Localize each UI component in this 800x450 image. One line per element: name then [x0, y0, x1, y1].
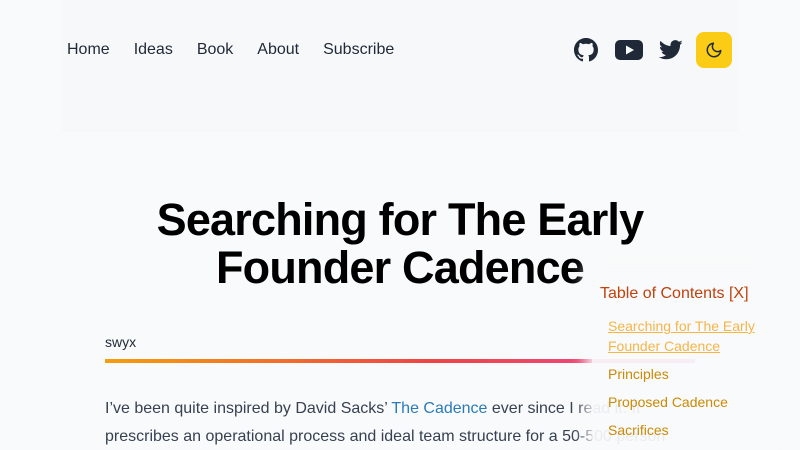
toc-list: Searching for The Early Founder Cadence …	[608, 316, 764, 448]
intro-text-start: I’ve been quite inspired by David Sacks’	[105, 400, 392, 417]
toc-item-principles[interactable]: Principles	[608, 364, 764, 384]
toc-item-sacrifices[interactable]: Sacrifices	[608, 420, 764, 440]
nav-home-link[interactable]: Home	[67, 41, 110, 59]
theme-toggle-button[interactable]	[696, 32, 732, 68]
nav-about-link[interactable]: About	[257, 41, 299, 59]
youtube-icon[interactable]	[614, 32, 644, 68]
toc-toggle[interactable]: Table of Contents [X]	[600, 285, 749, 303]
the-cadence-link[interactable]: The Cadence	[391, 400, 487, 417]
social-links	[572, 32, 732, 68]
toc-item-proposed-cadence[interactable]: Proposed Cadence	[608, 392, 764, 412]
moon-icon	[706, 42, 722, 58]
nav-subscribe-link[interactable]: Subscribe	[323, 41, 394, 59]
top-nav: Home Ideas Book About Subscribe	[67, 41, 418, 59]
table-of-contents: Table of Contents [X] Searching for The …	[592, 272, 767, 450]
nav-book-link[interactable]: Book	[197, 41, 233, 59]
toc-item-searching[interactable]: Searching for The Early Founder Cadence	[608, 316, 764, 356]
github-icon[interactable]	[572, 32, 600, 68]
nav-ideas-link[interactable]: Ideas	[134, 41, 173, 59]
author-name: swyx	[105, 334, 137, 350]
twitter-icon[interactable]	[658, 32, 684, 68]
